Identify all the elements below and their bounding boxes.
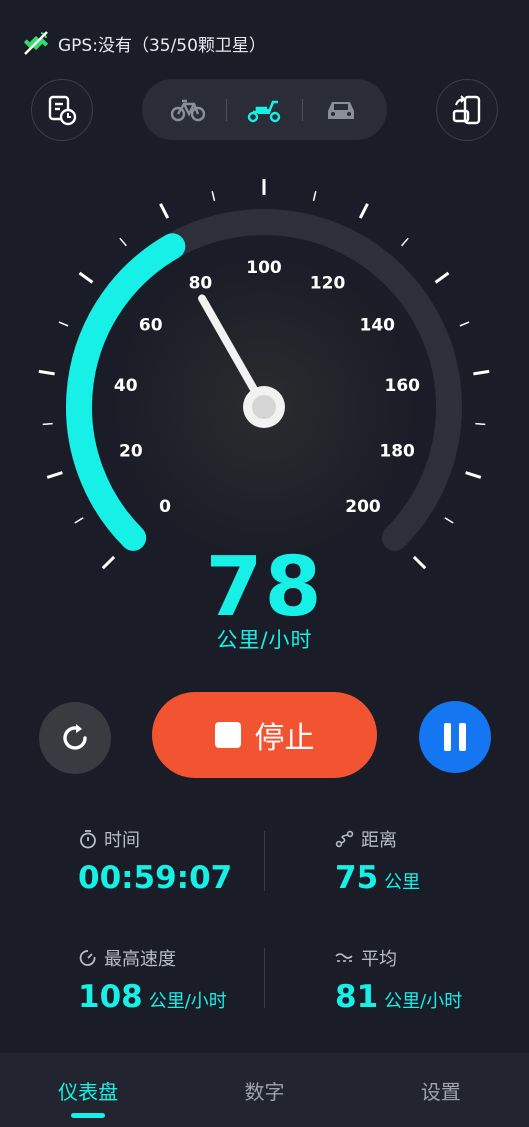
- pause-icon: [459, 723, 466, 751]
- gauge-tick: [42, 422, 53, 426]
- gauge-tick: [58, 321, 69, 327]
- stop-icon: [214, 722, 241, 748]
- gauge-tick: [38, 369, 55, 376]
- bottom-tab-bar: 仪表盘 数字 设置: [0, 1053, 529, 1127]
- mode-divider: [225, 98, 227, 121]
- gauge-tick: [119, 237, 127, 247]
- gauge-label: 60: [139, 316, 163, 336]
- route-icon: [335, 830, 354, 848]
- gauge-tick: [444, 517, 454, 524]
- bicycle-icon: [170, 99, 206, 121]
- gauge-tick: [312, 190, 317, 202]
- screen-rotate-icon: [452, 95, 481, 125]
- gauge-tick: [78, 271, 94, 284]
- average-value: 81: [335, 979, 379, 1015]
- gauge-tick: [434, 271, 450, 284]
- gauge-tick: [159, 203, 170, 219]
- needle-hub-inner: [252, 395, 276, 419]
- gauge-label: 160: [385, 376, 421, 396]
- tab-digital[interactable]: 数字: [176, 1053, 352, 1127]
- scooter-icon: [248, 100, 281, 122]
- gauge-tick: [473, 369, 490, 376]
- stat-average: 平均 81 公里/小时: [335, 945, 462, 1015]
- gauge-label: 40: [114, 376, 138, 396]
- stop-label: 停止: [254, 721, 315, 756]
- reset-icon: [63, 724, 87, 750]
- record-history-icon: [48, 95, 77, 126]
- gauge-label: 200: [345, 497, 381, 517]
- speed-unit: 公里/小时: [216, 628, 313, 652]
- reset-button[interactable]: [39, 702, 111, 774]
- mode-divider: [302, 98, 304, 121]
- gauge-label: 0: [159, 497, 171, 517]
- stats-divider: [264, 948, 265, 1008]
- pause-button[interactable]: [419, 701, 491, 773]
- tab-digital-label: 数字: [244, 1079, 285, 1104]
- stats-divider: [264, 831, 265, 891]
- gauge-label: 20: [119, 441, 143, 461]
- active-tab-indicator: [71, 1113, 106, 1118]
- gauge-tick: [459, 321, 470, 327]
- car-icon: [328, 101, 355, 119]
- gauge-tick: [401, 237, 409, 247]
- tab-settings-label: 设置: [420, 1079, 461, 1104]
- stat-distance: 距离 75 公里: [335, 826, 420, 896]
- gauge-tick: [358, 203, 369, 219]
- satellite-icon: [23, 31, 49, 55]
- mode-scooter[interactable]: [234, 90, 294, 130]
- current-speed: 78: [205, 540, 324, 635]
- gauge-tick: [465, 471, 482, 479]
- tab-dashboard-label: 仪表盘: [58, 1079, 119, 1104]
- gauge-label: 180: [379, 441, 415, 461]
- distance-label: 距离: [361, 830, 397, 851]
- time-label: 时间: [104, 830, 140, 851]
- average-icon: [335, 953, 353, 962]
- gauge-tick: [74, 517, 84, 524]
- rotate-screen-button[interactable]: [436, 79, 498, 141]
- stat-time: 时间 00:59:07: [78, 826, 232, 896]
- gauge-tick: [46, 471, 63, 479]
- stop-button[interactable]: 停止: [152, 692, 377, 778]
- pause-icon: [444, 723, 451, 751]
- stat-max-speed: 最高速度 108 公里/小时: [78, 945, 227, 1015]
- distance-value: 75: [335, 860, 379, 896]
- gauge-tick: [475, 422, 486, 426]
- gauge-label: 140: [360, 316, 396, 336]
- max-speed-label: 最高速度: [104, 949, 176, 970]
- history-button[interactable]: [31, 79, 93, 141]
- gps-status: GPS:没有（35/50颗卫星）: [22, 28, 266, 58]
- mode-car[interactable]: [311, 90, 371, 130]
- gauge-tick: [211, 190, 216, 202]
- average-unit: 公里/小时: [384, 991, 463, 1012]
- distance-unit: 公里: [384, 872, 421, 893]
- max-speed-icon: [79, 950, 96, 966]
- gauge-label: 100: [246, 258, 282, 278]
- gauge-label: 120: [310, 273, 346, 293]
- vehicle-mode-switch: [142, 79, 387, 140]
- tab-dashboard[interactable]: 仪表盘: [0, 1053, 176, 1127]
- average-label: 平均: [361, 949, 397, 970]
- tab-settings[interactable]: 设置: [353, 1053, 529, 1127]
- stopwatch-icon: [80, 830, 96, 849]
- gps-status-text: GPS:没有（35/50颗卫星）: [58, 35, 266, 56]
- gauge-label: 80: [189, 273, 213, 293]
- max-speed-value: 108: [78, 979, 143, 1015]
- time-value: 00:59:07: [78, 860, 233, 896]
- mode-bicycle[interactable]: [158, 90, 218, 130]
- max-speed-unit: 公里/小时: [148, 991, 227, 1012]
